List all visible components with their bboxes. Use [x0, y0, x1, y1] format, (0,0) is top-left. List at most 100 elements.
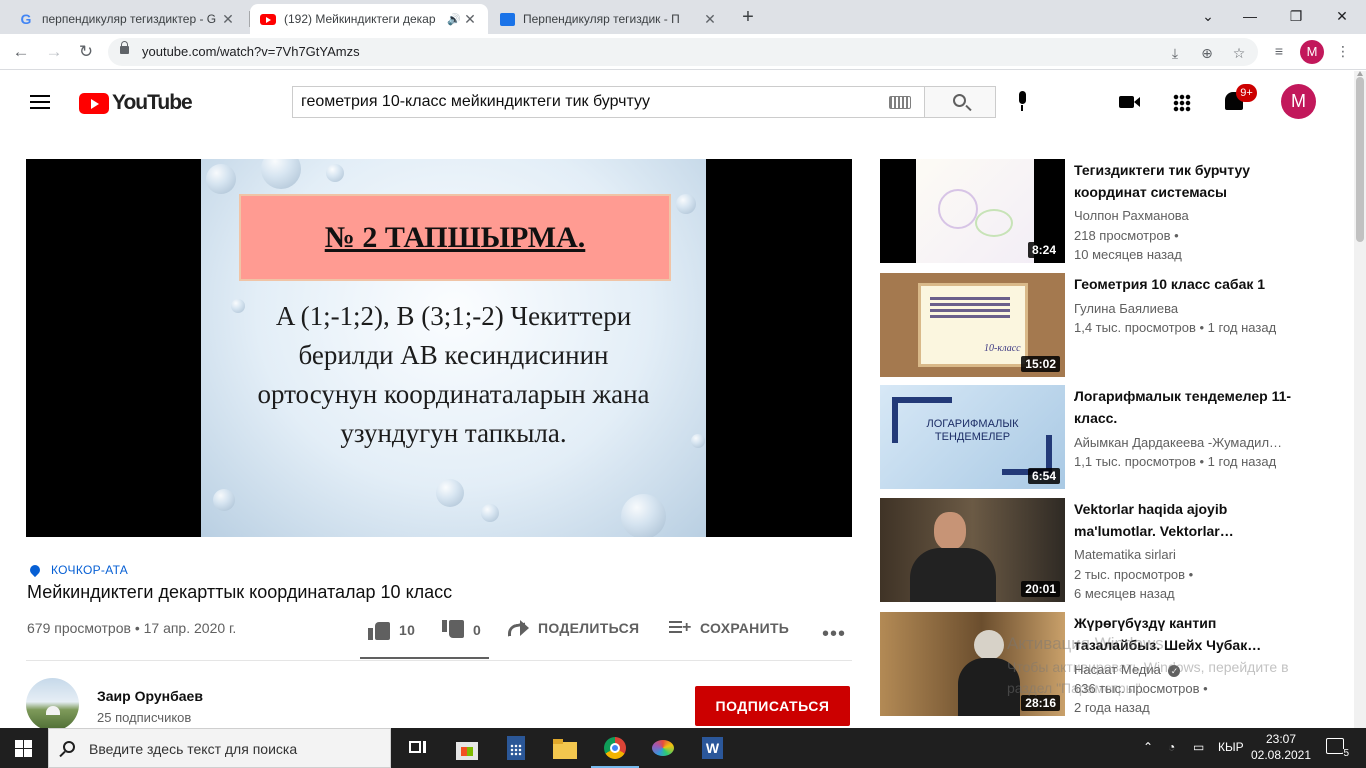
- apps-grid-icon[interactable]: [1173, 94, 1191, 112]
- recommendation-channel[interactable]: Чолпон Рахманова: [1074, 208, 1189, 223]
- browser-tab-book[interactable]: Перпендикуляр тегиздик - П ✕: [490, 4, 728, 34]
- forward-button[interactable]: →: [42, 40, 66, 64]
- youtube-header: YouTube 9+ M: [0, 71, 1366, 133]
- recommendation-item[interactable]: ЛОГАРИФМАЛЫК ТЕНДЕМЕЛЕР 6:54 Логарифмалы…: [880, 385, 1350, 489]
- video-slide: № 2 ТАПШЫРМА. A (1;-1;2), B (3;1;-2) Чек…: [201, 159, 706, 537]
- task-view-icon[interactable]: [404, 734, 432, 762]
- media-control-icon[interactable]: ≡: [1270, 42, 1288, 60]
- hamburger-menu-icon[interactable]: [30, 95, 50, 109]
- share-button[interactable]: ПОДЕЛИТЬСЯ: [508, 620, 639, 636]
- taskbar-clock[interactable]: 23:07 02.08.2021: [1244, 731, 1318, 763]
- search-icon: [953, 94, 966, 107]
- video-player[interactable]: № 2 ТАПШЫРМА. A (1;-1;2), B (3;1;-2) Чек…: [26, 159, 852, 537]
- tray-chevron-icon[interactable]: ⌃: [1143, 740, 1153, 754]
- tab-label: перпендикуляр тегиздиктер - G: [42, 12, 217, 26]
- like-count: 10: [399, 622, 416, 638]
- chrome-icon[interactable]: [591, 734, 639, 768]
- network-icon[interactable]: ◔: [1168, 740, 1175, 754]
- zoom-icon[interactable]: ⊕: [1198, 44, 1216, 62]
- page-scrollbar[interactable]: [1354, 71, 1366, 728]
- chrome-menu-icon[interactable]: ⋮: [1334, 42, 1352, 60]
- thumbnail-person: [910, 548, 996, 602]
- recommendation-title[interactable]: Логарифмалык тендемелер 11-класс.: [1074, 385, 1304, 429]
- search-input[interactable]: [292, 86, 925, 118]
- video-location[interactable]: КОЧКОР-АТА: [27, 562, 129, 578]
- back-button[interactable]: ←: [9, 40, 33, 64]
- scroll-up-arrow-icon[interactable]: [1357, 71, 1363, 76]
- duration-badge: 20:01: [1021, 581, 1060, 597]
- location-label: КОЧКОР-АТА: [51, 563, 129, 577]
- maximize-button[interactable]: ❐: [1281, 4, 1311, 28]
- channel-avatar[interactable]: [26, 678, 79, 731]
- video-thumbnail[interactable]: 8:24: [880, 159, 1065, 263]
- bookmark-star-icon[interactable]: ☆: [1230, 44, 1248, 62]
- window-close-button[interactable]: ✕: [1327, 4, 1357, 28]
- video-thumbnail[interactable]: 20:01: [880, 498, 1065, 602]
- create-video-icon[interactable]: [1119, 96, 1140, 108]
- recommendation-channel[interactable]: Гулина Баялиева: [1074, 301, 1178, 316]
- water-drop: [676, 194, 696, 214]
- video-thumbnail[interactable]: ЛОГАРИФМАЛЫК ТЕНДЕМЕЛЕР 6:54: [880, 385, 1065, 489]
- reload-button[interactable]: ↻: [74, 40, 98, 64]
- windows-start-icon[interactable]: [15, 740, 32, 757]
- clock-time: 23:07: [1265, 732, 1297, 746]
- recommendation-item[interactable]: 10-класс 15:02 Геометрия 10 класс сабак …: [880, 273, 1350, 377]
- thumbnail-person: [934, 512, 966, 550]
- recommendation-channel[interactable]: Matematika sirlari: [1074, 547, 1176, 562]
- battery-icon[interactable]: ▭: [1193, 740, 1204, 754]
- recommendation-title[interactable]: Геометрия 10 класс сабак 1: [1074, 273, 1304, 295]
- video-title: Мейкиндиктеги декарттык координаталар 10…: [27, 582, 453, 602]
- recommendation-item[interactable]: 20:01 Vektorlar haqida ajoyib ma'lumotla…: [880, 498, 1350, 602]
- recommendation-age: 6 месяцев назад: [1074, 586, 1175, 601]
- recommendation-item[interactable]: 8:24 Тегиздиктеги тик бурчтуу координат …: [880, 159, 1350, 263]
- subscribe-button[interactable]: ПОДПИСАТЬСЯ: [695, 686, 850, 726]
- search-icon: [63, 741, 75, 753]
- save-button[interactable]: СОХРАНИТЬ: [669, 620, 789, 636]
- video-thumbnail[interactable]: 10-класс 15:02: [880, 273, 1065, 377]
- channel-name[interactable]: Заир Орунбаев: [97, 688, 203, 704]
- scrollbar-thumb[interactable]: [1356, 77, 1364, 242]
- more-options-icon[interactable]: •••: [822, 623, 846, 646]
- share-label: ПОДЕЛИТЬСЯ: [538, 620, 640, 636]
- install-icon[interactable]: ⤓: [1166, 44, 1184, 62]
- like-button[interactable]: 10: [368, 620, 415, 640]
- recommendation-stats: 2 тыс. просмотров •: [1074, 567, 1194, 582]
- water-drop: [261, 159, 301, 189]
- youtube-logo[interactable]: YouTube: [79, 91, 193, 115]
- recommendation-title[interactable]: Тегиздиктеги тик бурчтуу координат систе…: [1074, 159, 1304, 203]
- duration-badge: 6:54: [1027, 468, 1060, 484]
- dislike-button[interactable]: 0: [442, 620, 481, 640]
- file-explorer-icon[interactable]: [551, 734, 579, 762]
- store-icon[interactable]: [453, 734, 481, 762]
- microphone-icon[interactable]: [1016, 91, 1028, 111]
- notification-badge: 9+: [1236, 84, 1257, 102]
- speaker-icon[interactable]: 🔊: [446, 13, 462, 26]
- close-icon[interactable]: ✕: [462, 11, 478, 28]
- taskbar-search-box[interactable]: Введите здесь текст для поиска: [48, 728, 391, 768]
- new-tab-button[interactable]: +: [738, 6, 758, 28]
- browser-tab-youtube[interactable]: (192) Мейкиндиктеги декар 🔊 ✕: [250, 4, 488, 34]
- divider: [26, 660, 852, 661]
- tab-search-icon[interactable]: ⌄: [1193, 4, 1223, 28]
- input-language[interactable]: КЫР: [1218, 740, 1244, 754]
- slide-body: A (1;-1;2), B (3;1;-2) Чекиттери берилди…: [201, 297, 706, 453]
- account-avatar[interactable]: M: [1281, 84, 1316, 119]
- keyboard-icon[interactable]: [889, 96, 911, 109]
- share-icon: [508, 620, 529, 636]
- search-button[interactable]: [924, 86, 996, 118]
- notification-count: 5: [1343, 748, 1349, 759]
- notification-center-icon[interactable]: 5: [1326, 738, 1349, 759]
- minimize-button[interactable]: —: [1235, 4, 1265, 28]
- paint-icon[interactable]: [649, 734, 677, 762]
- calculator-icon[interactable]: [502, 734, 530, 762]
- close-icon[interactable]: ✕: [702, 11, 718, 28]
- recommendation-channel[interactable]: Айымкан Дардакеева -Жумадил…: [1074, 435, 1282, 450]
- browser-profile-avatar[interactable]: M: [1300, 40, 1324, 64]
- like-ratio-fill: [360, 657, 489, 659]
- address-bar[interactable]: youtube.com/watch?v=7Vh7GtYAmzs ⤓ ⊕ ☆: [108, 38, 1258, 66]
- recommendation-title[interactable]: Vektorlar haqida ajoyib ma'lumotlar. Vek…: [1074, 498, 1304, 542]
- close-icon[interactable]: ✕: [220, 11, 236, 28]
- browser-tab-google[interactable]: G перпендикуляр тегиздиктер - G ✕: [8, 4, 246, 34]
- word-icon[interactable]: W: [698, 734, 726, 762]
- duration-badge: 15:02: [1021, 356, 1060, 372]
